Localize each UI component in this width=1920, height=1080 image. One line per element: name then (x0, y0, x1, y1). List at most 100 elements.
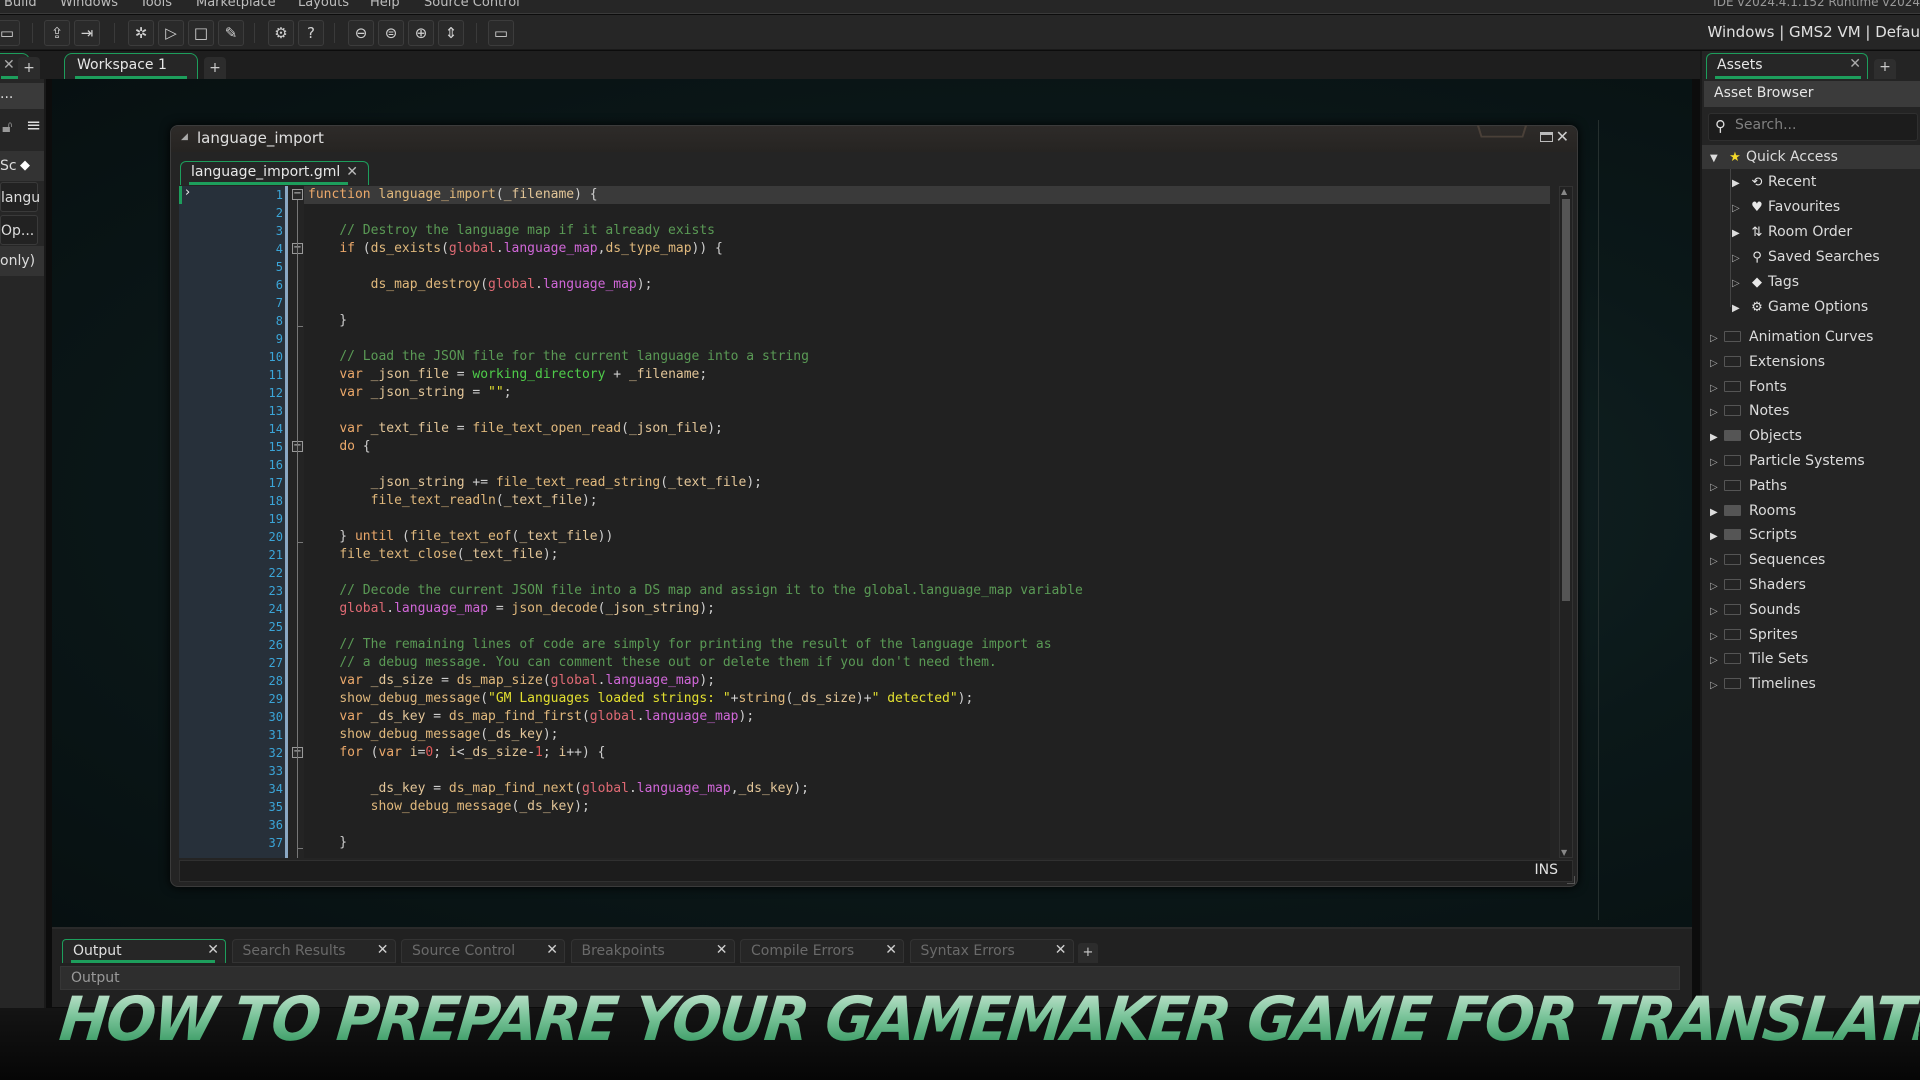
collapse-icon[interactable]: ◢ (181, 132, 188, 142)
tree-item-quick-access[interactable]: ▼ ★ Quick Access (1710, 145, 1838, 169)
fit-button[interactable]: ⇕ (438, 20, 464, 46)
close-icon[interactable]: ✕ (1849, 56, 1861, 72)
close-icon[interactable]: ✕ (3, 57, 15, 73)
close-tab-icon[interactable]: ✕ (716, 942, 728, 958)
tree-folder-sequences[interactable]: ▷ Sequences (1710, 548, 1825, 572)
left-row-langu[interactable]: langu (0, 182, 40, 212)
expand-arrow-icon[interactable]: ▶ (1732, 172, 1746, 196)
code-line[interactable]: // Load the JSON file for the current la… (308, 348, 809, 366)
file-tab[interactable]: language_import.gml ✕ (180, 161, 370, 185)
tree-item-room-order[interactable]: ▶ ⇅ Room Order (1732, 220, 1852, 244)
tree-folder-tile-sets[interactable]: ▷ Tile Sets (1710, 647, 1808, 671)
menu-source-control[interactable]: Source Control (424, 0, 520, 10)
zoom-reset-button[interactable]: ⊜ (378, 20, 404, 46)
expand-arrow-icon[interactable]: ▶ (1710, 426, 1724, 450)
code-line[interactable]: ds_map_destroy(global.language_map); (308, 276, 653, 294)
expand-arrow-icon[interactable]: ▷ (1710, 451, 1724, 475)
expand-arrow-icon[interactable]: ▶ (1732, 297, 1746, 321)
zoom-out-button[interactable]: ⊖ (348, 20, 374, 46)
code-line[interactable]: show_debug_message("GM Languages loaded … (308, 690, 973, 708)
save-button[interactable]: ▭ (0, 20, 20, 46)
close-tab-icon[interactable]: ✕ (207, 942, 219, 958)
tab-workspace-1[interactable]: Workspace 1 (64, 53, 198, 79)
code-line[interactable]: } until (file_text_eof(_text_file)) (308, 528, 613, 546)
expand-arrow-icon[interactable]: ▷ (1710, 377, 1724, 401)
expand-arrow-icon[interactable]: ▷ (1710, 476, 1724, 500)
tree-folder-fonts[interactable]: ▷ Fonts (1710, 375, 1787, 399)
export-button[interactable]: ⇪ (44, 20, 70, 46)
code-line[interactable]: for (var i=0; i<_ds_size-1; i++) { (308, 744, 605, 762)
expand-arrow-icon[interactable]: ▶ (1710, 525, 1724, 549)
close-tab-icon[interactable]: ✕ (546, 942, 558, 958)
scroll-up-icon[interactable]: ▲ (1561, 187, 1567, 196)
expand-arrow-icon[interactable]: ▼ (1710, 147, 1724, 171)
tree-folder-scripts[interactable]: ▶ Scripts (1710, 523, 1797, 547)
stop-button[interactable]: □ (188, 20, 214, 46)
tree-folder-animation-curves[interactable]: ▷ Animation Curves (1710, 325, 1873, 349)
expand-arrow-icon[interactable]: ▷ (1710, 550, 1724, 574)
tree-folder-rooms[interactable]: ▶ Rooms (1710, 499, 1796, 523)
expand-arrow-icon[interactable]: ▶ (1710, 501, 1724, 525)
tree-folder-paths[interactable]: ▷ Paths (1710, 474, 1787, 498)
tree-item-game-options[interactable]: ▶ ⚙ Game Options (1732, 295, 1868, 319)
code-line[interactable]: file_text_readln(_text_file); (308, 492, 598, 510)
code-line[interactable]: do { (308, 438, 370, 456)
code-line[interactable]: // Decode the current JSON file into a D… (308, 582, 1083, 600)
scroll-down-icon[interactable]: ▼ (1561, 848, 1567, 857)
close-tab-icon[interactable]: ✕ (346, 164, 358, 180)
expand-arrow-icon[interactable]: ▶ (1732, 222, 1746, 246)
tree-folder-extensions[interactable]: ▷ Extensions (1710, 350, 1825, 374)
code-line[interactable]: // Destroy the language map if it alread… (308, 222, 715, 240)
expand-arrow-icon[interactable]: ▷ (1732, 197, 1746, 221)
target-selector[interactable]: Windows | GMS2 VM | Defau (1708, 23, 1920, 41)
expand-arrow-icon[interactable]: ▷ (1732, 272, 1746, 296)
tab-breakpoints[interactable]: Breakpoints ✕ (570, 939, 735, 963)
code-line[interactable]: show_debug_message(_ds_key); (308, 798, 590, 816)
debug-button[interactable]: ✲ (128, 20, 154, 46)
tree-item-recent[interactable]: ▶ ⟲ Recent (1732, 170, 1816, 194)
lock-icon[interactable]: 🔓︎ (2, 117, 12, 137)
target-device-button[interactable]: ▭ (488, 20, 514, 46)
code-line[interactable]: show_debug_message(_ds_key); (308, 726, 558, 744)
tab-assets[interactable]: Assets ✕ (1706, 53, 1868, 79)
code-line[interactable]: global.language_map = json_decode(_json_… (308, 600, 715, 618)
tree-folder-particle-systems[interactable]: ▷ Particle Systems (1710, 449, 1865, 473)
code-line[interactable]: var _ds_key = ds_map_find_first(global.l… (308, 708, 754, 726)
menu-layouts[interactable]: Layouts (298, 0, 349, 10)
run-button[interactable]: ▷ (158, 20, 184, 46)
code-line[interactable]: _ds_key = ds_map_find_next(global.langua… (308, 780, 809, 798)
expand-arrow-icon[interactable]: ▷ (1710, 600, 1724, 624)
asset-search-field[interactable]: ⚲ (1708, 113, 1918, 141)
menu-tools[interactable]: Tools (140, 0, 172, 10)
code-line[interactable]: } (308, 834, 347, 852)
tab-compile-errors[interactable]: Compile Errors ✕ (740, 939, 904, 963)
tree-item-tags[interactable]: ▷ ◆ Tags (1732, 270, 1799, 294)
asset-search-input[interactable] (1735, 117, 1913, 133)
tab-source-control[interactable]: Source Control ✕ (401, 939, 565, 963)
add-output-tab-button[interactable]: + (1078, 943, 1098, 963)
close-tab-icon[interactable]: ✕ (377, 942, 389, 958)
left-search-field[interactable]: ... (0, 83, 44, 109)
menu-marketplace[interactable]: Marketplace (196, 0, 276, 10)
zoom-in-button[interactable]: ⊕ (408, 20, 434, 46)
resize-handle[interactable] (1567, 876, 1575, 884)
tree-folder-sprites[interactable]: ▷ Sprites (1710, 623, 1798, 647)
tab-syntax-errors[interactable]: Syntax Errors ✕ (909, 939, 1074, 963)
close-window-icon[interactable]: ✕ (1556, 127, 1569, 146)
expand-arrow-icon[interactable]: ▷ (1710, 674, 1724, 698)
menu-build[interactable]: Build (4, 0, 37, 10)
code-line[interactable]: function language_import(_filename) { (308, 186, 598, 204)
tree-item-saved-searches[interactable]: ▷ ⚲ Saved Searches (1732, 245, 1880, 269)
fold-toggle-icon[interactable]: − (292, 189, 303, 200)
maximize-icon[interactable] (1540, 132, 1553, 142)
clean-button[interactable]: ✎ (218, 20, 244, 46)
left-row-op[interactable]: Op... (0, 215, 38, 245)
add-workspace-button[interactable]: + (204, 57, 226, 79)
code-line[interactable]: if (ds_exists(global.language_map,ds_typ… (308, 240, 723, 258)
scrollbar-thumb[interactable] (1562, 199, 1570, 601)
menu-icon[interactable]: ≡ (26, 115, 41, 136)
tree-folder-timelines[interactable]: ▷ Timelines (1710, 672, 1816, 696)
expand-arrow-icon[interactable]: ▷ (1732, 247, 1746, 271)
tree-item-favourites[interactable]: ▷ ♥ Favourites (1732, 195, 1840, 219)
code-line[interactable]: var _json_string = ""; (308, 384, 511, 402)
